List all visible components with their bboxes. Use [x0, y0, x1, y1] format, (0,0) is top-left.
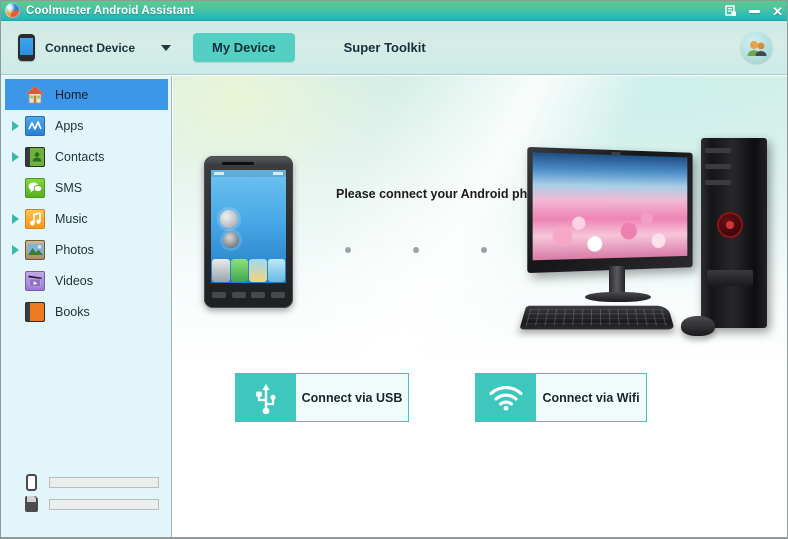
storage-meters — [1, 471, 172, 515]
restore-window-button[interactable] — [725, 5, 737, 17]
sidebar-nav: Home Apps Contacts SMS Music Photos Vide… — [1, 79, 171, 327]
tab-super-toolkit-label: Super Toolkit — [343, 40, 426, 55]
connect-via-wifi-button[interactable]: Connect via Wifi — [475, 373, 647, 422]
pc-monitor-base — [585, 292, 651, 302]
sidebar-item-books-label: Books — [55, 304, 90, 319]
sidebar-item-music[interactable]: Music — [1, 203, 171, 234]
avatar[interactable] — [741, 32, 772, 63]
sidebar-item-sms[interactable]: SMS — [1, 172, 171, 203]
sidebar-item-contacts-label: Contacts — [55, 149, 105, 164]
title-bar: Coolmuster Android Assistant ✕ — [1, 1, 787, 21]
sidebar-item-apps-label: Apps — [55, 118, 84, 133]
contacts-icon — [25, 146, 45, 167]
tab-my-device[interactable]: My Device — [193, 33, 295, 62]
connect-message: Please connect your Android phone. — [336, 187, 553, 201]
pc-monitor — [527, 146, 693, 274]
close-button[interactable]: ✕ — [772, 5, 783, 18]
pc-tower-bay — [707, 270, 753, 286]
phone-speaker — [222, 162, 254, 165]
sidebar-item-sms-label: SMS — [55, 180, 83, 195]
sidebar-item-music-label: Music — [55, 211, 88, 226]
phone-storage-icon — [25, 473, 38, 491]
connect-via-usb-button[interactable]: Connect via USB — [235, 373, 409, 422]
music-icon — [25, 208, 45, 229]
expand-arrow-icon[interactable] — [12, 244, 19, 255]
tab-super-toolkit[interactable]: Super Toolkit — [325, 33, 445, 62]
users-icon — [747, 40, 766, 56]
pc-mouse — [681, 316, 715, 336]
storage-row-phone — [1, 471, 172, 493]
toolbar: Connect Device My Device Super Toolkit — [1, 21, 787, 75]
sidebar-item-photos-label: Photos — [55, 242, 94, 257]
window-title: Coolmuster Android Assistant — [26, 4, 195, 17]
expand-arrow-icon[interactable] — [12, 120, 19, 131]
apps-icon — [25, 115, 45, 136]
connect-via-wifi-label: Connect via Wifi — [536, 374, 646, 421]
globe-icon — [5, 3, 20, 18]
sidebar: Home Apps Contacts SMS Music Photos Vide… — [1, 76, 172, 538]
books-icon — [25, 301, 45, 322]
progress-dot — [413, 247, 419, 253]
sidebar-item-videos[interactable]: Videos — [1, 265, 171, 296]
window-bottom-edge — [1, 537, 787, 538]
sidebar-item-apps[interactable]: Apps — [1, 110, 171, 141]
pc-keyboard — [519, 305, 675, 330]
expand-arrow-icon[interactable] — [12, 213, 19, 224]
phone-app-dock — [211, 258, 286, 283]
phone-buttons — [212, 292, 285, 300]
sidebar-item-photos[interactable]: Photos — [1, 234, 171, 265]
pc-tower — [701, 138, 767, 328]
phone-storage-bar — [49, 476, 159, 488]
sidebar-item-home[interactable]: Home — [5, 79, 168, 110]
connect-device-label: Connect Device — [45, 40, 136, 55]
sd-card-storage-bar — [49, 498, 159, 510]
chevron-down-icon — [161, 44, 172, 51]
phone-status-bar — [211, 170, 286, 177]
photos-icon — [25, 239, 45, 260]
pc-tower-logo — [717, 212, 743, 238]
android-phone-illustration — [204, 156, 293, 308]
sidebar-item-books[interactable]: Books — [1, 296, 171, 327]
main-content: Please connect your Android phone. Conne… — [173, 76, 787, 538]
sidebar-item-videos-label: Videos — [55, 273, 93, 288]
tab-my-device-label: My Device — [212, 40, 276, 55]
storage-row-sdcard — [1, 493, 172, 515]
progress-dot — [481, 247, 487, 253]
gear-icon — [220, 210, 238, 228]
phone-screen — [211, 170, 286, 283]
wifi-icon — [476, 374, 536, 421]
progress-dot — [345, 247, 351, 253]
expand-arrow-icon[interactable] — [12, 151, 19, 162]
home-icon — [25, 85, 45, 105]
connect-device-dropdown[interactable]: Connect Device — [18, 34, 172, 61]
videos-icon — [25, 270, 45, 291]
phone-icon — [18, 34, 35, 61]
usb-icon — [236, 374, 296, 421]
sd-card-icon — [25, 496, 38, 512]
window-controls: ✕ — [725, 1, 783, 21]
desktop-computer-illustration — [519, 138, 783, 383]
minimize-button[interactable] — [749, 9, 761, 13]
application-window: Coolmuster Android Assistant ✕ Connect D… — [0, 0, 788, 539]
sidebar-item-home-label: Home — [55, 87, 89, 102]
pc-screen-wallpaper — [532, 152, 688, 261]
pc-webcam — [610, 151, 621, 156]
sidebar-item-contacts[interactable]: Contacts — [1, 141, 171, 172]
connect-via-usb-label: Connect via USB — [296, 374, 408, 421]
sms-icon — [25, 177, 45, 198]
gear-icon — [223, 232, 239, 248]
